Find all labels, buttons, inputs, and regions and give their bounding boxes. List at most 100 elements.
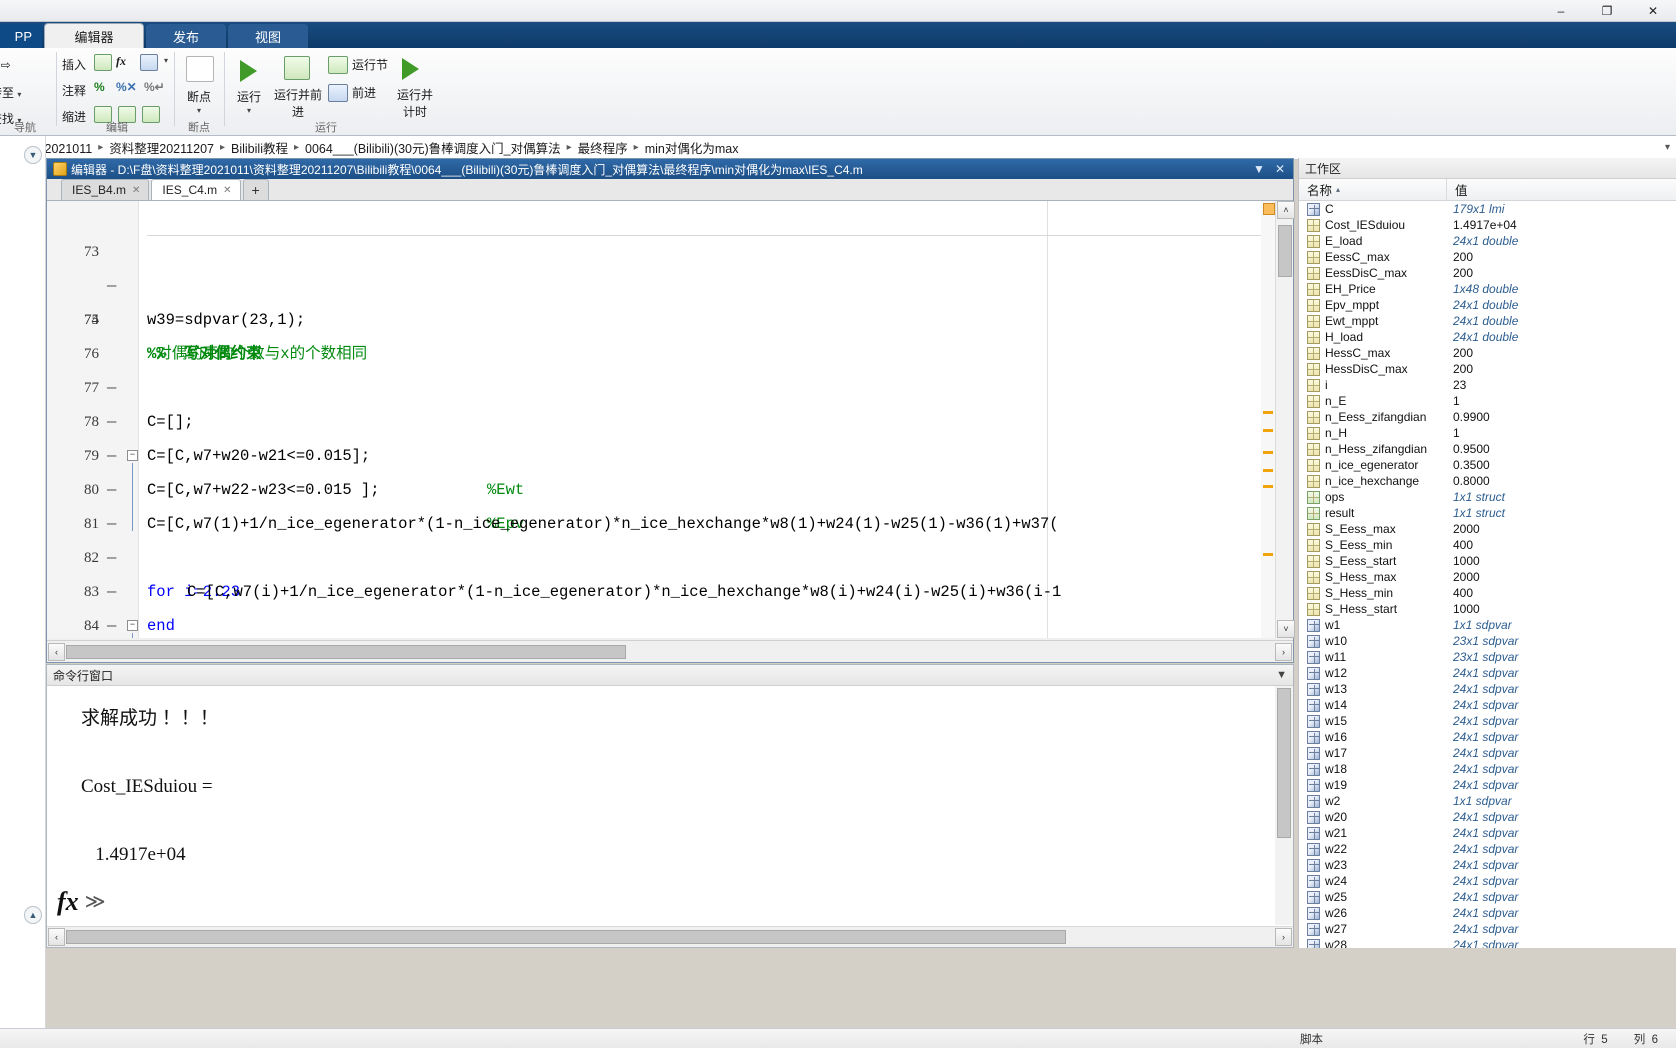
editor-tab-ies-b4[interactable]: IES_B4.m ✕ [61, 179, 150, 200]
workspace-row[interactable]: w27 24x1 sdpvar [1299, 921, 1676, 937]
workspace-row[interactable]: n_ice_hexchange 0.8000 [1299, 473, 1676, 489]
editor-tab-ies-c4[interactable]: IES_C4.m ✕ [151, 179, 241, 200]
editor-vscroll-thumb[interactable] [1278, 225, 1292, 277]
comment-icon[interactable]: % [94, 80, 105, 94]
fold-toggle-icon[interactable]: − [127, 620, 138, 631]
breadcrumb-item-2[interactable]: Bilibili教程 [226, 138, 293, 157]
editor-dock-icon[interactable]: ▼ [1253, 162, 1265, 176]
workspace-row[interactable]: w10 23x1 sdpvar [1299, 633, 1676, 649]
workspace-row[interactable]: w19 24x1 sdpvar [1299, 777, 1676, 793]
command-prompt[interactable]: fx ≫ [47, 879, 1293, 925]
tab-publish[interactable]: 发布 [146, 24, 226, 48]
workspace-row[interactable]: w21 24x1 sdpvar [1299, 825, 1676, 841]
run-icon[interactable] [240, 60, 257, 82]
workspace-row[interactable]: w12 24x1 sdpvar [1299, 665, 1676, 681]
run-dropdown-icon[interactable]: ▾ [226, 106, 272, 115]
workspace-row[interactable]: w17 24x1 sdpvar [1299, 745, 1676, 761]
collapse-editor-icon[interactable]: ▼ [24, 146, 42, 164]
workspace-row[interactable]: result 1x1 struct [1299, 505, 1676, 521]
insert-more-icon[interactable]: ▾ [164, 56, 168, 65]
scroll-right-icon[interactable]: › [1275, 642, 1292, 661]
workspace-row[interactable]: i 23 [1299, 377, 1676, 393]
warning-marker[interactable] [1263, 469, 1273, 472]
workspace-row[interactable]: EessC_max 200 [1299, 249, 1676, 265]
workspace-row[interactable]: n_E 1 [1299, 393, 1676, 409]
scroll-down-icon[interactable]: ˅ [1277, 620, 1295, 638]
workspace-row[interactable]: S_Hess_min 400 [1299, 585, 1676, 601]
workspace-row[interactable]: HessC_max 200 [1299, 345, 1676, 361]
editor-horizontal-scrollbar[interactable]: ‹ › [47, 640, 1293, 662]
insert-block-icon[interactable] [94, 54, 112, 71]
run-advance-icon[interactable] [284, 56, 310, 80]
code-editor[interactable]: 73 — w39=sdpvar(23,1); 74 %% 写对偶约束 75 %对… [47, 201, 1293, 638]
command-horizontal-scrollbar[interactable]: ‹ › [47, 926, 1293, 947]
workspace-row[interactable]: S_Eess_max 2000 [1299, 521, 1676, 537]
workspace-row[interactable]: C 179x1 lmi [1299, 201, 1676, 217]
workspace-row[interactable]: n_Hess_zifangdian 0.9500 [1299, 441, 1676, 457]
command-hscroll-thumb[interactable] [66, 930, 1066, 944]
workspace-row[interactable]: w24 24x1 sdpvar [1299, 873, 1676, 889]
insert-function-icon[interactable]: fx [116, 54, 126, 69]
run-advance-label[interactable]: 运行并前进 [272, 86, 324, 120]
warning-marker[interactable] [1263, 451, 1273, 454]
command-window-dock-icon[interactable]: ▼ [1276, 669, 1293, 681]
minimize-button[interactable]: – [1538, 0, 1584, 22]
breakpoint-label[interactable]: 断点 [176, 88, 222, 105]
workspace-row[interactable]: HessDisC_max 200 [1299, 361, 1676, 377]
workspace-row[interactable]: S_Hess_start 1000 [1299, 601, 1676, 617]
workspace-row[interactable]: w28 24x1 sdpvar [1299, 937, 1676, 948]
run-section-icon[interactable] [328, 56, 348, 74]
workspace-row[interactable]: n_H 1 [1299, 425, 1676, 441]
scroll-left-icon[interactable]: ‹ [48, 928, 65, 946]
workspace-row[interactable]: EessDisC_max 200 [1299, 265, 1676, 281]
workspace-row[interactable]: w16 24x1 sdpvar [1299, 729, 1676, 745]
editor-vertical-scrollbar[interactable]: ˄ ˅ [1275, 201, 1295, 638]
workspace-row[interactable]: w25 24x1 sdpvar [1299, 889, 1676, 905]
collapse-command-icon[interactable]: ▲ [24, 906, 42, 924]
close-icon[interactable]: ✕ [132, 185, 140, 196]
insert-label[interactable]: 插入 [62, 56, 86, 73]
advance-label[interactable]: 前进 [352, 84, 376, 101]
forward-icon[interactable]: □ ⇨ [0, 58, 11, 72]
goto-button[interactable]: 转至 ▾ [0, 84, 21, 101]
run-time-icon[interactable] [402, 58, 419, 80]
warning-marker[interactable] [1263, 429, 1273, 432]
breadcrumb[interactable]: 料整理2021011 ▸ 资料整理20211207 ▸ Bilibili教程 ▸… [0, 136, 1676, 160]
tab-editor[interactable]: 编辑器 [44, 23, 144, 48]
workspace-variable-list[interactable]: C 179x1 lmi Cost_IESduiou 1.4917e+04 E_load 2… [1299, 201, 1676, 948]
warning-marker[interactable] [1263, 411, 1273, 414]
scroll-left-icon[interactable]: ‹ [48, 642, 65, 661]
workspace-row[interactable]: w23 24x1 sdpvar [1299, 857, 1676, 873]
breakpoint-icon[interactable] [186, 56, 214, 82]
breadcrumb-item-5[interactable]: min对偶化为max [640, 138, 744, 157]
workspace-row[interactable]: S_Hess_max 2000 [1299, 569, 1676, 585]
workspace-row[interactable]: S_Eess_min 400 [1299, 537, 1676, 553]
run-label[interactable]: 运行 [226, 88, 272, 105]
run-time-label[interactable]: 运行并计时 [392, 86, 438, 120]
workspace-row[interactable]: H_load 24x1 double [1299, 329, 1676, 345]
scroll-right-icon[interactable]: › [1275, 928, 1292, 946]
maximize-button[interactable]: ❐ [1584, 0, 1630, 22]
command-vertical-scrollbar[interactable] [1275, 686, 1293, 925]
insert-figure-icon[interactable] [140, 54, 158, 71]
workspace-row[interactable]: w1 1x1 sdpvar [1299, 617, 1676, 633]
warning-marker[interactable] [1263, 485, 1273, 488]
editor-hscroll-thumb[interactable] [66, 644, 626, 659]
column-header-name[interactable]: 名称 ▴ [1299, 179, 1447, 200]
breadcrumb-item-3[interactable]: 0064___(Bilibili)(30元)鲁棒调度入门_对偶算法 [300, 138, 566, 157]
editor-close-icon[interactable]: ✕ [1275, 162, 1285, 176]
close-button[interactable]: ✕ [1630, 0, 1676, 22]
breadcrumb-overflow-icon[interactable]: ▾ [1665, 142, 1676, 153]
workspace-row[interactable]: w26 24x1 sdpvar [1299, 905, 1676, 921]
code-analyzer-status-icon[interactable] [1263, 203, 1275, 215]
workspace-row[interactable]: w18 24x1 sdpvar [1299, 761, 1676, 777]
workspace-row[interactable]: ops 1x1 struct [1299, 489, 1676, 505]
workspace-row[interactable]: EH_Price 1x48 double [1299, 281, 1676, 297]
workspace-row[interactable]: n_Eess_zifangdian 0.9900 [1299, 409, 1676, 425]
fold-toggle-icon[interactable]: − [127, 450, 138, 461]
wrap-comment-icon[interactable]: %↵ [144, 80, 165, 94]
tab-view[interactable]: 视图 [228, 24, 308, 48]
workspace-row[interactable]: w22 24x1 sdpvar [1299, 841, 1676, 857]
run-section-label[interactable]: 运行节 [352, 56, 388, 73]
workspace-row[interactable]: w15 24x1 sdpvar [1299, 713, 1676, 729]
